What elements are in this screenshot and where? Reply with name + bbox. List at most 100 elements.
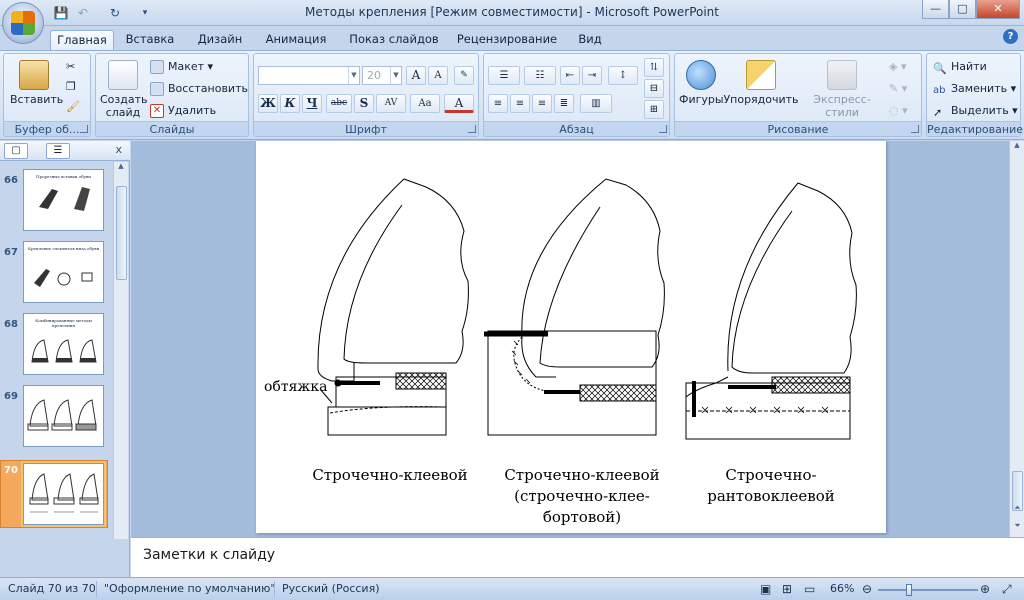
fit-to-window-icon[interactable]: ⤢ (1002, 582, 1012, 597)
font-color-button[interactable]: A (444, 94, 474, 113)
shape-effects-icon[interactable]: ◌ ▾ (889, 102, 908, 120)
strikethrough-button[interactable]: abc (326, 94, 352, 113)
shrink-font-icon[interactable]: A (428, 66, 448, 85)
find-button[interactable]: 🔍 Найти (933, 58, 987, 76)
close-icon[interactable]: x (115, 143, 122, 156)
arrange-icon (746, 60, 776, 90)
tab-slideshow[interactable]: Показ слайдов (344, 30, 444, 50)
font-name-combo[interactable]: ▼ (258, 66, 360, 85)
slide-thumb-70[interactable] (23, 463, 104, 525)
scroll-up-icon[interactable]: ▲ (1010, 141, 1024, 149)
minimize-button[interactable]: — (922, 0, 949, 19)
justify-icon[interactable]: ≣ (554, 94, 574, 113)
thumb-number: 70 (4, 465, 18, 476)
language[interactable]: Русский (Россия) (282, 582, 380, 595)
zoom-level[interactable]: 66% (830, 582, 854, 595)
slide-canvas[interactable]: обтяжка Строчечно-клеевой Строчечно-клее… (256, 141, 886, 533)
tab-animation[interactable]: Анимация (260, 30, 332, 50)
grow-font-icon[interactable]: A (406, 66, 426, 85)
font-launcher-icon[interactable] (468, 125, 476, 133)
reset-button[interactable]: Восстановить (150, 80, 248, 98)
bullets-icon[interactable]: ☰ (488, 66, 520, 85)
caption-2-line-2: (строчечно-клее- (514, 487, 650, 505)
copy-icon[interactable]: ❐ (66, 78, 76, 96)
theme-name[interactable]: "Оформление по умолчанию" (104, 582, 275, 595)
paste-button[interactable]: Вставить (10, 60, 63, 106)
new-slide-button[interactable]: Создать слайд (100, 60, 148, 119)
zoom-slider-thumb[interactable] (906, 584, 913, 596)
paragraph-launcher-icon[interactable] (659, 125, 667, 133)
layout-button[interactable]: Макет ▾ (150, 58, 213, 76)
tab-insert[interactable]: Вставка (120, 30, 180, 50)
shapes-label: Фигуры (679, 93, 724, 106)
align-right-icon[interactable]: ≡ (532, 94, 552, 113)
shapes-button[interactable]: Фигуры (679, 60, 724, 106)
slide-thumb-69[interactable] (23, 385, 104, 447)
zoom-slider[interactable] (878, 584, 978, 596)
tab-design[interactable]: Дизайн (190, 30, 250, 50)
change-case-button[interactable]: Aa (410, 94, 440, 113)
align-left-icon[interactable]: ≡ (488, 94, 508, 113)
zoom-out-icon[interactable]: ⊖ (862, 582, 872, 596)
spacing-button[interactable]: AV (376, 94, 406, 113)
next-slide-icon[interactable]: ⏷ (1010, 521, 1024, 531)
underline-button[interactable]: Ч (302, 94, 322, 113)
slides-tab-icon[interactable]: ▢ (4, 143, 28, 159)
drawing-launcher-icon[interactable] (911, 125, 919, 133)
group-clipboard: Вставить ✂ ❐ 🖌 Буфер об... (3, 53, 91, 137)
clear-format-icon[interactable]: ✎ (454, 66, 474, 85)
replace-button[interactable]: ab Заменить ▾ (933, 80, 1016, 98)
normal-view-icon[interactable]: ▣ (760, 582, 771, 596)
tab-home[interactable]: Главная (50, 30, 114, 50)
zoom-in-icon[interactable]: ⊕ (980, 582, 990, 596)
maximize-button[interactable]: □ (949, 0, 976, 19)
shape-fill-icon[interactable]: ◈ ▾ (889, 58, 906, 76)
tab-view[interactable]: Вид (570, 30, 610, 50)
italic-button[interactable]: К (280, 94, 300, 113)
scrollbar-thumb[interactable] (116, 186, 127, 280)
align-text-icon[interactable]: ⊟ (644, 79, 664, 98)
format-painter-icon[interactable]: 🖌 (66, 98, 80, 116)
new-slide-label: Создать слайд (100, 93, 148, 119)
prev-slide-icon[interactable]: ⏶ (1010, 503, 1024, 513)
thumb-drawing (39, 187, 90, 211)
clipboard-launcher-icon[interactable] (80, 125, 88, 133)
smartart-icon[interactable]: ⊞ (644, 100, 664, 119)
shadow-button[interactable]: S (354, 94, 374, 113)
shape-outline-icon[interactable]: ✎ ▾ (889, 80, 907, 98)
office-button[interactable] (2, 2, 44, 44)
slide-scrollbar[interactable]: ▲ ⏶ ⏷ (1009, 141, 1024, 537)
paragraph-group-label: Абзац (484, 121, 669, 136)
slide-thumb-67[interactable]: Крепление элементов низа обуви (23, 241, 104, 303)
font-size-value: 20 (367, 69, 381, 82)
status-bar: Слайд 70 из 70 "Оформление по умолчанию"… (0, 577, 1024, 600)
line-spacing-icon[interactable]: ↕ (608, 66, 638, 85)
decrease-indent-icon[interactable]: ⇤ (560, 66, 580, 85)
delete-slide-button[interactable]: ✕ Удалить (150, 102, 216, 120)
slide-thumb-68[interactable]: Комбинированные методы крепления (23, 313, 104, 375)
columns-icon[interactable]: ▥ (580, 94, 612, 113)
slideshow-view-icon[interactable]: ▭ (804, 582, 815, 596)
font-size-combo[interactable]: 20 ▼ (362, 66, 402, 85)
slide-sorter-icon[interactable]: ⊞ (782, 582, 792, 596)
notes-pane[interactable]: Заметки к слайду (131, 537, 1024, 577)
notes-placeholder[interactable]: Заметки к слайду (143, 547, 275, 563)
select-button[interactable]: ➚ Выделить ▾ (933, 102, 1018, 120)
outline-tab-icon[interactable]: ☰ (46, 143, 70, 159)
text-direction-icon[interactable]: ⇅ (644, 58, 664, 77)
thumb-drawing (34, 269, 93, 287)
align-center-icon[interactable]: ≡ (510, 94, 530, 113)
numbering-icon[interactable]: ☷ (524, 66, 556, 85)
tab-review[interactable]: Рецензирование (452, 30, 562, 50)
cut-icon[interactable]: ✂ (66, 58, 75, 76)
office-logo-icon (11, 11, 35, 35)
quick-styles-button[interactable]: Экспресс-стили (799, 60, 885, 119)
arrange-button[interactable]: Упорядочить (723, 60, 799, 106)
slides-panel-scrollbar[interactable]: ▲ (113, 162, 128, 539)
bold-button[interactable]: Ж (258, 94, 278, 113)
close-button[interactable]: ✕ (976, 0, 1020, 19)
increase-indent-icon[interactable]: ⇥ (582, 66, 602, 85)
slide-thumb-66[interactable]: Прорезные вставки обуви (23, 169, 104, 231)
help-icon[interactable]: ? (1003, 29, 1018, 44)
scroll-up-icon[interactable]: ▲ (114, 162, 128, 170)
